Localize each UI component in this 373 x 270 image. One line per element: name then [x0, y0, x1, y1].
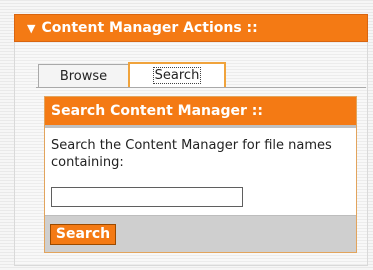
search-button-bar: Search: [45, 215, 356, 252]
search-input[interactable]: [51, 187, 243, 207]
search-box-title: Search Content Manager ::: [45, 97, 356, 128]
search-button[interactable]: Search: [50, 224, 116, 245]
tab-search[interactable]: Search: [128, 62, 226, 88]
panel-title: Content Manager Actions ::: [41, 20, 258, 36]
tab-browse-label: Browse: [59, 69, 108, 84]
search-content-manager-box: Search Content Manager :: Search the Con…: [44, 96, 357, 253]
search-description: Search the Content Manager for file name…: [51, 138, 332, 170]
tab-search-label: Search: [152, 67, 202, 84]
triangle-down-icon[interactable]: ▼: [27, 23, 35, 34]
content-manager-actions-header[interactable]: ▼ Content Manager Actions ::: [14, 14, 368, 42]
tab-divider: [36, 87, 366, 88]
tab-browse[interactable]: Browse: [38, 64, 129, 88]
